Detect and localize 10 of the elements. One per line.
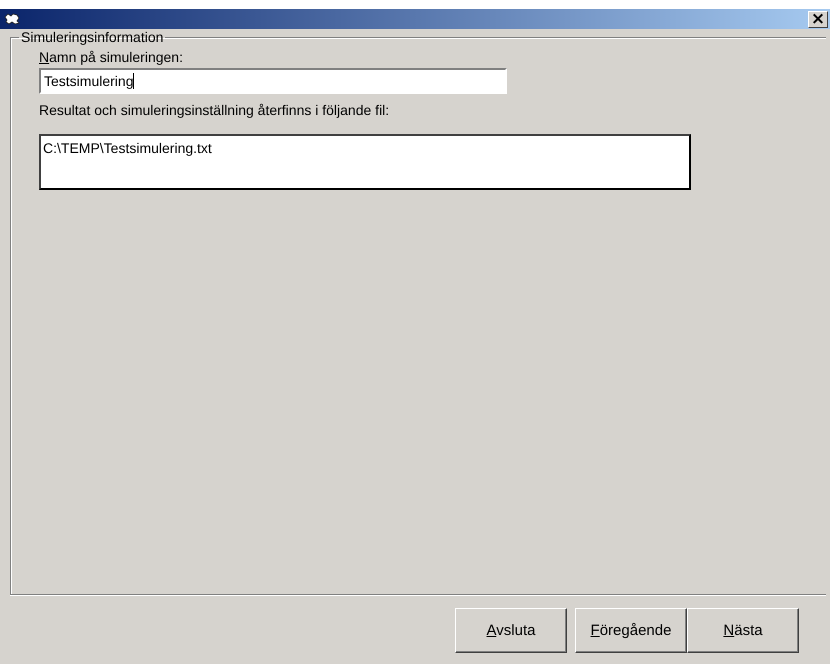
- field-label: Namn på simuleringen:: [39, 49, 184, 65]
- file-path-field[interactable]: C:\TEMP\Testsimulering.txt: [39, 134, 691, 190]
- group-title: Simuleringsinformation: [20, 29, 164, 45]
- dialog-button[interactable]: Föregående: [575, 608, 687, 652]
- close-button[interactable]: ×: [808, 10, 828, 28]
- app-icon: [4, 13, 20, 25]
- name-field[interactable]: Testsimulering: [39, 68, 507, 94]
- file-label: Resultat och simuleringsinställning återfinns i följande fil:: [39, 102, 390, 118]
- dialog-button[interactable]: Avsluta: [455, 608, 567, 652]
- dialog-button[interactable]: Nästa: [687, 608, 799, 652]
